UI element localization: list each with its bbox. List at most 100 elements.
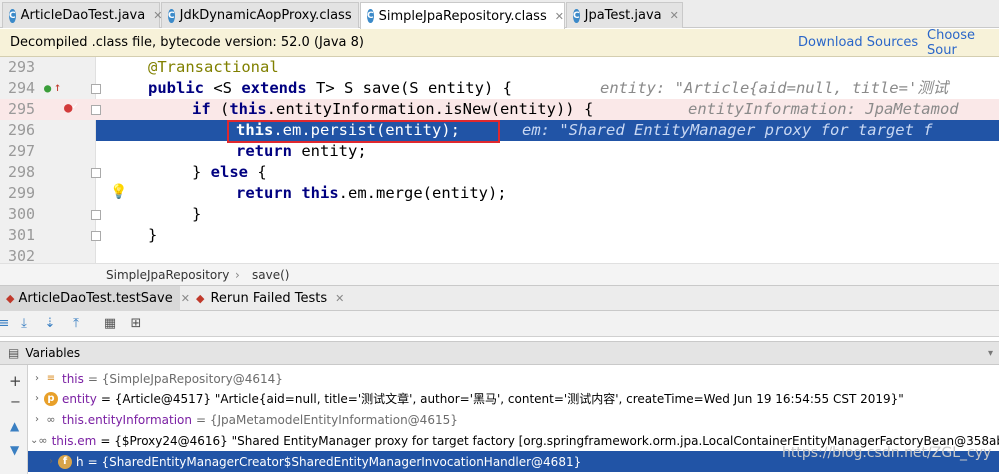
overrides-arrow-icon[interactable]: ↑ <box>54 81 61 93</box>
step-over-icon[interactable]: ≡ <box>0 316 12 332</box>
variable-row-entity[interactable]: › p entity = {Article@4517} "Article{aid… <box>28 388 999 409</box>
line-number: 296 <box>8 121 36 139</box>
remove-watch-icon[interactable]: − <box>10 395 21 410</box>
trace-current-stream-icon[interactable]: ⊞ <box>128 316 144 332</box>
java-class-icon: C <box>573 8 580 23</box>
debug-inline-hint: entityInformation: JpaMetamod <box>688 100 959 118</box>
debug-inline-hint: em: "Shared EntityManager proxy for targ… <box>522 121 933 139</box>
code-text-part <box>292 184 301 202</box>
variable-value: = {Article@4517} "Article{aid=null, titl… <box>100 392 904 406</box>
debug-run-icon: ◆ <box>6 292 15 305</box>
fold-icon[interactable] <box>91 84 101 94</box>
code-text: if (this.entityInformation.isNew(entity)… <box>192 99 593 120</box>
line-number: 293 <box>8 58 36 76</box>
code-text: } else { <box>192 162 267 183</box>
code-line: 293 @Transactional <box>0 57 999 78</box>
editor-tab-bar: C ArticleDaoTest.java ✕ C JdkDynamicAopP… <box>0 0 999 29</box>
tab-jpa-test[interactable]: C JpaTest.java ✕ <box>566 2 683 28</box>
tab-label: Rerun Failed Tests <box>210 291 328 306</box>
step-out-icon[interactable]: ⤒ <box>68 316 84 332</box>
annotation-highlight-box <box>227 120 500 143</box>
breadcrumb: SimpleJpaRepository › save() <box>0 263 999 285</box>
debug-toolbar: ≡ ⤓ ⇣ ⤒ ▦ ⊞ <box>0 311 999 337</box>
implements-method-icon[interactable]: ● <box>44 82 51 94</box>
variables-panel-title: Variables <box>25 346 81 360</box>
code-keyword: return <box>236 184 292 202</box>
tab-jdk-dynamic-aop-proxy[interactable]: C JdkDynamicAopProxy.class ✕ <box>161 2 369 28</box>
panel-menu-icon[interactable]: ▾ <box>988 348 993 359</box>
expand-arrow-icon[interactable]: › <box>30 393 44 404</box>
line-number: 300 <box>8 205 36 223</box>
close-icon[interactable]: ✕ <box>181 292 190 305</box>
download-sources-link[interactable]: Download Sources <box>798 35 918 50</box>
code-text: return this.em.merge(entity); <box>236 183 507 204</box>
fold-icon[interactable] <box>91 210 101 220</box>
line-number: 299 <box>8 184 36 202</box>
watch-glasses-icon: ∞ <box>46 413 56 426</box>
line-number: 294 <box>8 79 36 97</box>
code-line: 300 } <box>0 204 999 225</box>
class-file-icon: C <box>168 8 175 23</box>
debug-inline-hint: entity: "Article{aid=null, title='测试 <box>600 79 949 97</box>
choose-sources-link[interactable]: Choose Sour <box>927 28 999 58</box>
variables-side-toolbar: + − ▲ ▼ <box>0 365 28 474</box>
force-step-into-icon[interactable]: ⇣ <box>42 316 58 332</box>
code-text: public <S extends T> S save(S entity) { <box>148 78 512 99</box>
parameter-icon: p <box>44 391 58 406</box>
variable-name: this <box>62 371 84 386</box>
code-text-part: { <box>248 163 267 181</box>
line-number: 297 <box>8 142 36 160</box>
tab-label: JdkDynamicAopProxy.class <box>179 8 352 23</box>
close-icon[interactable]: ✕ <box>670 9 679 22</box>
code-text: @Transactional <box>148 58 279 76</box>
code-line: 297 return entity; <box>0 141 999 162</box>
tab-article-dao-test[interactable]: C ArticleDaoTest.java ✕ <box>2 2 162 28</box>
tab-rerun-failed-tests[interactable]: ◆ Rerun Failed Tests ✕ <box>190 286 370 311</box>
variable-row-this[interactable]: › ≡ this = {SimpleJpaRepository@4614} <box>28 368 999 389</box>
code-keyword: return <box>236 142 292 160</box>
evaluate-expression-icon[interactable]: ▦ <box>102 316 118 332</box>
close-icon[interactable]: ✕ <box>335 292 344 305</box>
code-keyword: this <box>301 184 339 202</box>
code-text-part: T> S save(S entity) { <box>306 79 512 97</box>
tab-debug-session[interactable]: ◆ ArticleDaoTest.testSave ✕ <box>0 286 190 311</box>
code-keyword: extends <box>241 79 307 97</box>
variable-name: entity <box>62 391 97 406</box>
code-line: 294 ● ↑ public <S extends T> S save(S en… <box>0 78 999 99</box>
variables-panel-icon: ▤ <box>8 346 20 360</box>
fold-icon[interactable] <box>91 168 101 178</box>
expand-arrow-icon[interactable]: › <box>30 373 44 384</box>
variable-value: = {SimpleJpaRepository@4614} <box>87 371 283 386</box>
tab-simple-jpa-repository[interactable]: C SimpleJpaRepository.class ✕ <box>360 2 565 29</box>
add-watch-icon[interactable]: + <box>9 372 22 390</box>
code-text-part: ( <box>210 100 230 118</box>
collapse-arrow-icon[interactable]: ⌄ <box>30 435 38 446</box>
expand-arrow-icon[interactable]: › <box>44 456 58 467</box>
class-file-icon: C <box>367 9 374 23</box>
expand-arrow-icon[interactable]: › <box>30 414 44 425</box>
code-line: 301 } <box>0 225 999 246</box>
code-text-part: } <box>192 163 211 181</box>
variable-row-entity-information[interactable]: › ∞ this.entityInformation = {JpaMetamod… <box>28 409 999 430</box>
fold-icon[interactable] <box>91 105 101 115</box>
variable-name: h <box>76 454 84 469</box>
debug-session-bar: ◆ ArticleDaoTest.testSave ✕ ◆ Rerun Fail… <box>0 285 999 311</box>
close-icon[interactable]: ✕ <box>555 10 564 23</box>
code-editor[interactable]: 293 @Transactional 294 ● ↑ public <S ext… <box>0 57 999 265</box>
tab-label: JpaTest.java <box>584 8 662 23</box>
watermark: https://blog.csdn.net/ZGL_cyy <box>782 445 992 461</box>
code-text: } <box>192 205 202 223</box>
step-into-icon[interactable]: ⤓ <box>16 316 32 332</box>
move-up-icon[interactable]: ▲ <box>10 419 19 433</box>
breadcrumb-class[interactable]: SimpleJpaRepository <box>106 268 229 282</box>
tab-label: SimpleJpaRepository.class <box>378 8 547 24</box>
breadcrumb-method[interactable]: save() <box>252 268 289 282</box>
code-text-part: .em.merge(entity); <box>338 184 507 202</box>
variable-value: = {JpaMetamodelEntityInformation@4615} <box>196 412 458 427</box>
fold-icon[interactable] <box>91 231 101 241</box>
lightbulb-icon[interactable]: 💡 <box>110 185 127 199</box>
code-text-part: .entityInformation.isNew(entity)) { <box>266 100 594 118</box>
move-down-icon[interactable]: ▼ <box>10 443 19 457</box>
variables-panel-header: ▤ Variables ▾ <box>0 341 999 365</box>
variable-name: this.entityInformation <box>62 412 193 427</box>
